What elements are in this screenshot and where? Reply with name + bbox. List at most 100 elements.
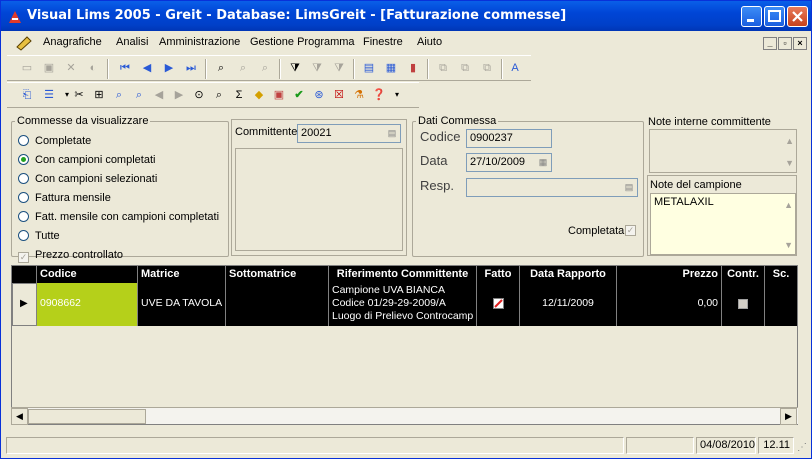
checkmark-icon[interactable]: ✔ — [291, 87, 307, 103]
mark-icon[interactable]: ☒ — [331, 87, 347, 103]
cell-prezzo[interactable]: 0,00 — [617, 283, 722, 326]
note-icon[interactable]: ▣ — [271, 87, 287, 103]
flask-icon[interactable]: ⚗ — [351, 87, 367, 103]
radio-icon[interactable] — [18, 192, 29, 203]
radio-icon[interactable] — [18, 135, 29, 146]
option-fatt-mensile-campioni[interactable]: Fatt. mensile con campioni completati — [18, 211, 219, 223]
spell-check-icon[interactable]: A — [507, 60, 523, 76]
calendar-icon[interactable]: ▦ — [536, 156, 550, 170]
zoom-icon[interactable]: ⊙ — [191, 87, 207, 103]
option-con-campioni-selezionati[interactable]: Con campioni selezionati — [18, 173, 157, 185]
inspect-icon[interactable]: ⊛ — [311, 87, 327, 103]
header-data-rapporto[interactable]: Data Rapporto — [520, 266, 617, 283]
scroll-icon[interactable]: ▲ — [785, 136, 794, 146]
menu-amministrazione[interactable]: Amministrazione — [159, 36, 240, 48]
cell-sottomatrice[interactable] — [226, 283, 329, 326]
table-row[interactable]: ▶ 0908662 UVE DA TAVOLA Campione UVA BIA… — [12, 283, 798, 326]
radio-selected-icon[interactable] — [18, 154, 29, 165]
find-previous-icon[interactable]: ⌕ — [257, 60, 273, 76]
undo-icon[interactable]: ◐ — [85, 60, 101, 76]
menu-finestre[interactable]: Finestre — [363, 36, 403, 48]
prezzo-controllato-checkbox[interactable]: ✓ Prezzo controllato — [18, 249, 123, 263]
header-sottomatrice[interactable]: Sottomatrice — [226, 266, 329, 283]
search-all-icon[interactable]: ⌕ — [131, 87, 147, 103]
previous-record-icon[interactable]: ◀ — [139, 60, 155, 76]
more-icon[interactable]: ▾ — [389, 87, 405, 103]
filter-selection-icon[interactable]: ⧩ — [287, 60, 303, 76]
scroll-icon[interactable]: ▲ — [784, 200, 793, 210]
checkbox-checked-icon[interactable]: ✓ — [18, 252, 29, 263]
cell-codice[interactable]: 0908662 — [37, 283, 138, 326]
child-close-button[interactable]: × — [793, 37, 807, 50]
note-interne-field[interactable]: ▲ ▼ — [649, 129, 797, 173]
option-con-campioni-completati[interactable]: Con campioni completati — [18, 154, 155, 166]
minimize-button[interactable] — [741, 6, 762, 27]
find-icon[interactable]: ⌕ — [213, 60, 229, 76]
filter-icon[interactable]: ⧩ — [309, 60, 325, 76]
child-restore-button[interactable]: ▫ — [778, 37, 792, 50]
note-campione-field[interactable]: METALAXIL ▲ ▼ — [650, 193, 796, 255]
option-fattura-mensile[interactable]: Fattura mensile — [18, 192, 111, 204]
radio-icon[interactable] — [18, 173, 29, 184]
header-codice[interactable]: Codice — [37, 266, 138, 283]
cut-icon[interactable]: ⧉ — [479, 60, 495, 76]
menu-analisi[interactable]: Analisi — [116, 36, 148, 48]
cell-riferimento[interactable]: Campione UVA BIANCA Codice 01/29-29-2009/… — [329, 283, 477, 326]
cell-matrice[interactable]: UVE DA TAVOLA — [138, 283, 226, 326]
paste-icon[interactable]: ⧉ — [457, 60, 473, 76]
cell-data-rapporto[interactable]: 12/11/2009 — [520, 283, 617, 326]
header-matrice[interactable]: Matrice — [138, 266, 226, 283]
search-icon[interactable]: ⌕ — [111, 87, 127, 103]
checkbox-checked-icon[interactable] — [493, 298, 504, 309]
header-contr[interactable]: Contr. — [722, 266, 765, 283]
properties-icon[interactable]: ⊞ — [91, 87, 107, 103]
help-icon[interactable]: ❓ — [371, 87, 387, 103]
remove-filter-icon[interactable]: ⧩ — [331, 60, 347, 76]
option-tutte[interactable]: Tutte — [18, 230, 60, 242]
scroll-icon[interactable]: ▼ — [784, 240, 793, 250]
tag-icon[interactable]: ◆ — [251, 87, 267, 103]
menu-anagrafiche[interactable]: Anagrafiche — [43, 36, 102, 48]
option-completate[interactable]: Completate — [18, 135, 91, 147]
delete-icon[interactable]: ✕ — [63, 60, 79, 76]
codice-field[interactable]: 0900237 — [466, 129, 552, 148]
scroll-icon[interactable]: ▼ — [785, 158, 794, 168]
forward-icon[interactable]: ▶ — [171, 87, 187, 103]
copy-icon[interactable]: ⧉ — [435, 60, 451, 76]
cell-fatto[interactable] — [477, 283, 520, 326]
tools-icon[interactable]: ✂ — [71, 87, 87, 103]
header-sc[interactable]: Sc. — [765, 266, 798, 283]
table-view-icon[interactable]: ▦ — [383, 60, 399, 76]
cell-sc[interactable] — [765, 283, 798, 326]
list-picker-icon[interactable]: ▤ — [385, 127, 399, 141]
header-riferimento[interactable]: Riferimento Committente — [329, 266, 477, 283]
menu-gestione-programma[interactable]: Gestione Programma — [250, 36, 355, 48]
back-icon[interactable]: ◀ — [151, 87, 167, 103]
header-prezzo[interactable]: Prezzo — [617, 266, 722, 283]
row-selector[interactable]: ▶ — [12, 283, 37, 326]
header-fatto[interactable]: Fatto — [477, 266, 520, 283]
new-icon[interactable]: ▭ — [19, 60, 35, 76]
close-button[interactable] — [787, 6, 808, 27]
child-minimize-button[interactable]: _ — [763, 37, 777, 50]
preview-icon[interactable]: ⌕ — [211, 87, 227, 103]
form-view-icon[interactable]: ▤ — [361, 60, 377, 76]
cell-contr[interactable] — [722, 283, 765, 326]
maximize-button[interactable] — [764, 6, 785, 27]
save-icon[interactable]: ▣ — [41, 60, 57, 76]
list-icon[interactable]: ☰ — [41, 87, 57, 103]
radio-icon[interactable] — [18, 230, 29, 241]
chart-icon[interactable]: ▮ — [405, 60, 421, 76]
horizontal-scrollbar[interactable]: ◀ ▶ — [11, 407, 798, 425]
last-record-icon[interactable]: ⏭ — [183, 60, 199, 76]
report-icon[interactable]: ⎗ — [19, 87, 35, 103]
menu-aiuto[interactable]: Aiuto — [417, 36, 442, 48]
sum-icon[interactable]: Σ — [231, 87, 247, 103]
scroll-thumb[interactable] — [28, 409, 146, 424]
resp-field[interactable] — [466, 178, 638, 197]
first-record-icon[interactable]: ⏮ — [117, 60, 133, 76]
next-record-icon[interactable]: ▶ — [161, 60, 177, 76]
list-picker-icon[interactable]: ▤ — [622, 181, 636, 195]
find-next-icon[interactable]: ⌕ — [235, 60, 251, 76]
checkbox-unchecked-icon[interactable] — [738, 299, 748, 309]
